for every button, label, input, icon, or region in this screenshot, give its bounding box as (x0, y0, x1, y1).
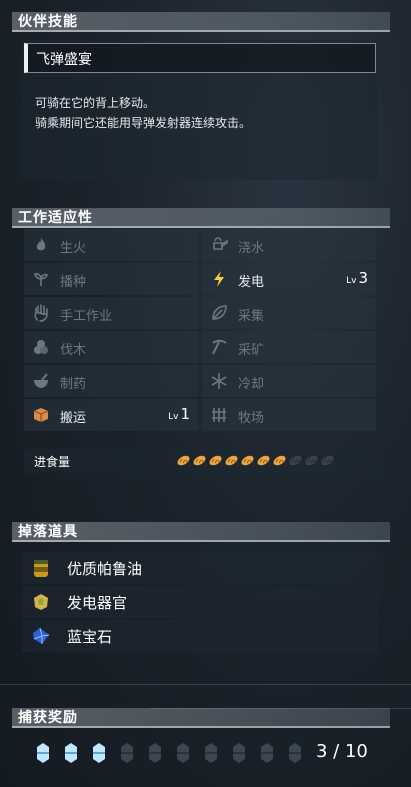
flame-icon (36, 238, 46, 251)
work-suitability-title: 工作适应性 (18, 210, 93, 226)
work-item-planting: 播种 (24, 263, 198, 295)
capture-gem-empty-icon (177, 743, 189, 763)
partner-skill-title: 伙伴技能 (18, 14, 78, 30)
capture-gem-filled-icon (93, 743, 105, 763)
capture-gem-empty-icon (261, 743, 273, 763)
drop-item-label: 发电器官 (67, 594, 128, 612)
snowflake-icon (211, 373, 227, 389)
watering-can-icon (213, 237, 228, 250)
work-suitability-header: 工作适应性 (12, 208, 390, 228)
work-label: 搬运 (60, 411, 87, 426)
work-item-transporting: 搬运 Lv 1 (24, 399, 198, 431)
lightning-icon (214, 271, 224, 287)
work-item-farming: 牧场 (202, 399, 376, 431)
skill-desc-line: 骑乘期间它还能用导弹发射器连续攻击。 (35, 116, 252, 130)
level-value: 1 (180, 405, 190, 423)
work-label: 伐木 (60, 343, 87, 358)
work-label: 制药 (60, 377, 87, 392)
capture-reward-header: 捕获奖励 (12, 708, 390, 728)
food-filled-icon (177, 455, 190, 466)
partner-skill-header: 伙伴技能 (12, 12, 390, 32)
drop-item[interactable]: 发电器官 (22, 586, 378, 618)
food-filled-icon (225, 455, 238, 466)
fence-icon (212, 408, 226, 422)
skill-desc-line: 可骑在它的背上移动。 (35, 96, 156, 110)
work-item-lumbering: 伐木 (24, 331, 198, 363)
food-filled-icon (209, 455, 222, 466)
work-label: 生火 (60, 241, 87, 256)
skill-description: 可骑在它的背上移动。 骑乘期间它还能用导弹发射器连续攻击。 (35, 93, 251, 133)
drop-item-label: 优质帕鲁油 (67, 560, 143, 578)
capture-gem-empty-icon (121, 743, 133, 763)
drop-item-label: 蓝宝石 (67, 628, 113, 646)
drops-header: 掉落道具 (12, 522, 390, 542)
work-label: 采集 (238, 309, 265, 324)
capture-gem-empty-icon (149, 743, 161, 763)
skill-name-box: 飞弹盛宴 (24, 43, 376, 73)
food-filled-icon (241, 455, 254, 466)
hand-icon (34, 304, 48, 322)
oil-jar-icon (34, 560, 48, 577)
box-icon (33, 408, 49, 422)
organ-icon (34, 594, 48, 610)
capture-gem-empty-icon (233, 743, 245, 763)
food-label: 进食量 (34, 455, 71, 469)
food-meter (176, 453, 335, 468)
food-empty-icon (305, 455, 318, 466)
pickaxe-icon (212, 339, 227, 355)
work-item-watering: 浇水 (202, 229, 376, 261)
capture-gem-filled-icon (37, 743, 49, 763)
logs-icon (34, 340, 48, 354)
work-level: Lv 3 (346, 269, 368, 287)
food-filled-icon (193, 455, 206, 466)
work-item-mining: 采矿 (202, 331, 376, 363)
work-label: 冷却 (238, 377, 265, 392)
capture-reward-title: 捕获奖励 (18, 710, 78, 726)
work-level: Lv 1 (168, 405, 190, 423)
work-label: 播种 (60, 275, 87, 290)
work-item-gathering: 采集 (202, 297, 376, 329)
work-label: 采矿 (238, 343, 265, 358)
drops-title: 掉落道具 (18, 524, 78, 540)
food-filled-icon (257, 455, 270, 466)
food-intake-row: 进食量 (24, 449, 380, 473)
mortar-icon (34, 373, 48, 388)
drop-item[interactable]: 优质帕鲁油 (22, 552, 378, 584)
drop-item[interactable]: 蓝宝石 (22, 620, 378, 652)
work-label: 浇水 (238, 241, 265, 256)
capture-gem-empty-icon (205, 743, 217, 763)
work-item-generating-electricity: 发电 Lv 3 (202, 263, 376, 295)
sapphire-icon (33, 627, 50, 644)
capture-count: 3 / 10 (316, 741, 368, 762)
sprout-icon (34, 272, 48, 286)
work-item-kindling: 生火 (24, 229, 198, 261)
capture-gem-empty-icon (289, 743, 301, 763)
work-label: 牧场 (238, 411, 265, 426)
food-filled-icon (273, 455, 286, 466)
bg-divider-line (0, 684, 411, 685)
work-item-cooling: 冷却 (202, 365, 376, 397)
work-label: 手工作业 (60, 309, 113, 324)
level-value: 3 (358, 269, 368, 287)
work-item-handiwork: 手工作业 (24, 297, 198, 329)
capture-gem-filled-icon (65, 743, 77, 763)
level-prefix: Lv (346, 276, 357, 286)
work-item-medicine-production: 制药 (24, 365, 198, 397)
skill-name: 飞弹盛宴 (36, 52, 92, 68)
leaf-icon (212, 305, 227, 320)
work-label: 发电 (238, 275, 265, 290)
food-empty-icon (289, 455, 302, 466)
food-empty-icon (321, 455, 334, 466)
level-prefix: Lv (168, 412, 179, 422)
